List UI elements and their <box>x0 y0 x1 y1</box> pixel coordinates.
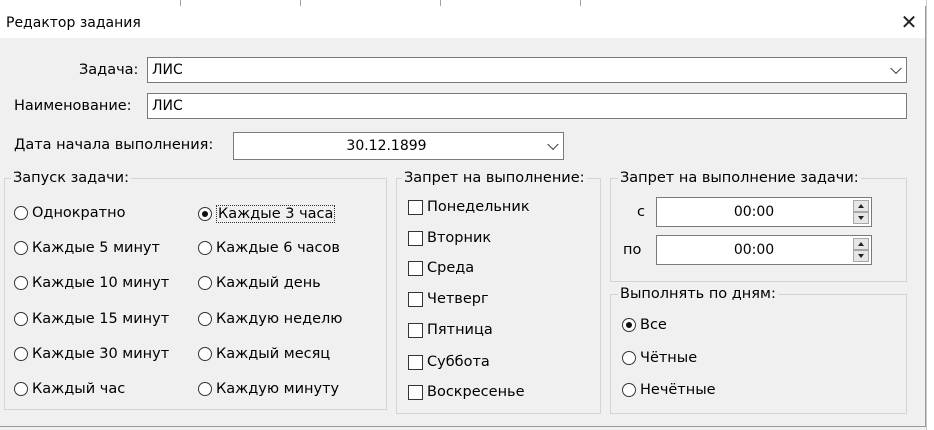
start-date-picker[interactable]: 30.12.1899 <box>233 132 564 160</box>
radio-every-6-hours[interactable]: Каждые 6 часов <box>198 240 340 256</box>
from-label: с <box>637 204 645 220</box>
spin-up-icon[interactable] <box>853 200 869 212</box>
name-label: Наименование: <box>14 98 132 114</box>
start-date-label: Дата начала выполнения: <box>14 137 214 153</box>
name-input[interactable] <box>148 94 906 118</box>
checkbox-friday[interactable]: Пятница <box>408 322 493 338</box>
checkbox-thursday[interactable]: Четверг <box>408 291 489 307</box>
window-title: Редактор задания <box>6 15 141 31</box>
radio-every-month[interactable]: Каждый месяц <box>198 346 330 362</box>
task-label: Задача: <box>79 62 139 78</box>
task-combobox[interactable] <box>147 57 907 83</box>
name-field[interactable] <box>147 93 907 119</box>
forbid-time-title: Запрет на выполнение задачи: <box>618 170 861 186</box>
from-time-spinner[interactable]: 00:00 <box>656 197 872 227</box>
radio-every-3-hours[interactable]: Каждые 3 часа <box>198 205 336 223</box>
radio-every-minute[interactable]: Каждую минуту <box>198 381 339 397</box>
radio-every-5-min[interactable]: Каждые 5 минут <box>14 240 160 256</box>
radio-odd-days[interactable]: Нечётные <box>622 382 716 398</box>
spin-down-icon[interactable] <box>853 212 869 224</box>
radio-every-day[interactable]: Каждый день <box>198 275 321 291</box>
forbid-days-title: Запрет на выполнение: <box>402 170 587 186</box>
task-input[interactable] <box>148 58 906 82</box>
to-time-spinner[interactable]: 00:00 <box>656 235 872 265</box>
radio-all-days[interactable]: Все <box>622 317 667 333</box>
launch-group-title: Запуск задачи: <box>11 170 131 186</box>
title-bar: Редактор задания ✕ <box>0 6 925 38</box>
close-icon[interactable]: ✕ <box>895 9 923 35</box>
run-days-title: Выполнять по дням: <box>618 286 778 302</box>
spin-down-icon[interactable] <box>853 250 869 262</box>
checkbox-sunday[interactable]: Воскресенье <box>408 384 525 400</box>
radio-every-30-min[interactable]: Каждые 30 минут <box>14 346 169 362</box>
radio-every-week[interactable]: Каждую неделю <box>198 311 343 327</box>
checkbox-tuesday[interactable]: Вторник <box>408 230 491 246</box>
task-editor-dialog: Редактор задания ✕ Задача: Наименование:… <box>0 6 926 427</box>
radio-every-15-min[interactable]: Каждые 15 минут <box>14 311 169 327</box>
to-time-value: 00:00 <box>733 242 775 258</box>
background-window-edge <box>926 0 934 430</box>
from-time-value: 00:00 <box>733 204 775 220</box>
forbid-time-group <box>610 178 907 282</box>
radio-every-10-min[interactable]: Каждые 10 минут <box>14 275 169 291</box>
checkbox-wednesday[interactable]: Среда <box>408 260 474 276</box>
chevron-down-icon[interactable] <box>547 138 559 151</box>
checkbox-saturday[interactable]: Суббота <box>408 354 490 370</box>
radio-even-days[interactable]: Чётные <box>622 350 697 366</box>
radio-every-hour[interactable]: Каждый час <box>14 381 125 397</box>
radio-once[interactable]: Однократно <box>14 205 125 221</box>
start-date-value: 30.12.1899 <box>346 138 427 154</box>
spin-up-icon[interactable] <box>853 238 869 250</box>
checkbox-monday[interactable]: Понедельник <box>408 199 530 215</box>
to-label: по <box>623 242 642 258</box>
